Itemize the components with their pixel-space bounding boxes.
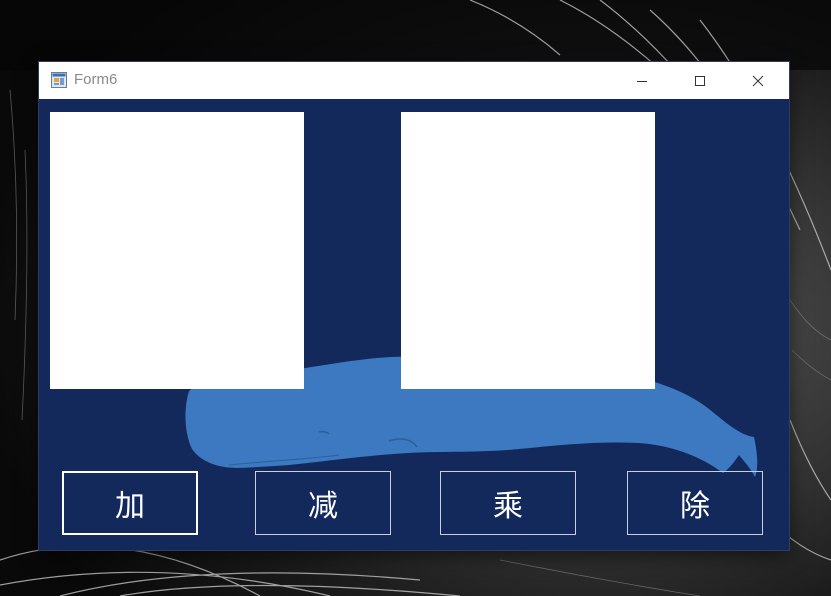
maximize-button[interactable] bbox=[671, 62, 729, 99]
right-picture-box bbox=[401, 112, 655, 389]
multiply-button[interactable]: 乘 bbox=[440, 471, 576, 535]
close-button[interactable] bbox=[729, 62, 787, 99]
minimize-icon bbox=[637, 80, 647, 82]
title-bar[interactable]: Form6 bbox=[39, 62, 789, 99]
maximize-icon bbox=[695, 75, 705, 86]
left-picture-box bbox=[50, 112, 304, 389]
window-title: Form6 bbox=[74, 71, 118, 88]
close-icon bbox=[752, 75, 764, 86]
form-client-area: 加 减 乘 除 bbox=[39, 99, 789, 550]
add-button[interactable]: 加 bbox=[62, 471, 198, 535]
form-app-icon bbox=[51, 72, 67, 88]
divide-button[interactable]: 除 bbox=[627, 471, 763, 535]
minimize-button[interactable] bbox=[613, 62, 671, 99]
form-window: Form6 加 减 乘 除 bbox=[39, 62, 789, 550]
subtract-button[interactable]: 减 bbox=[255, 471, 391, 535]
